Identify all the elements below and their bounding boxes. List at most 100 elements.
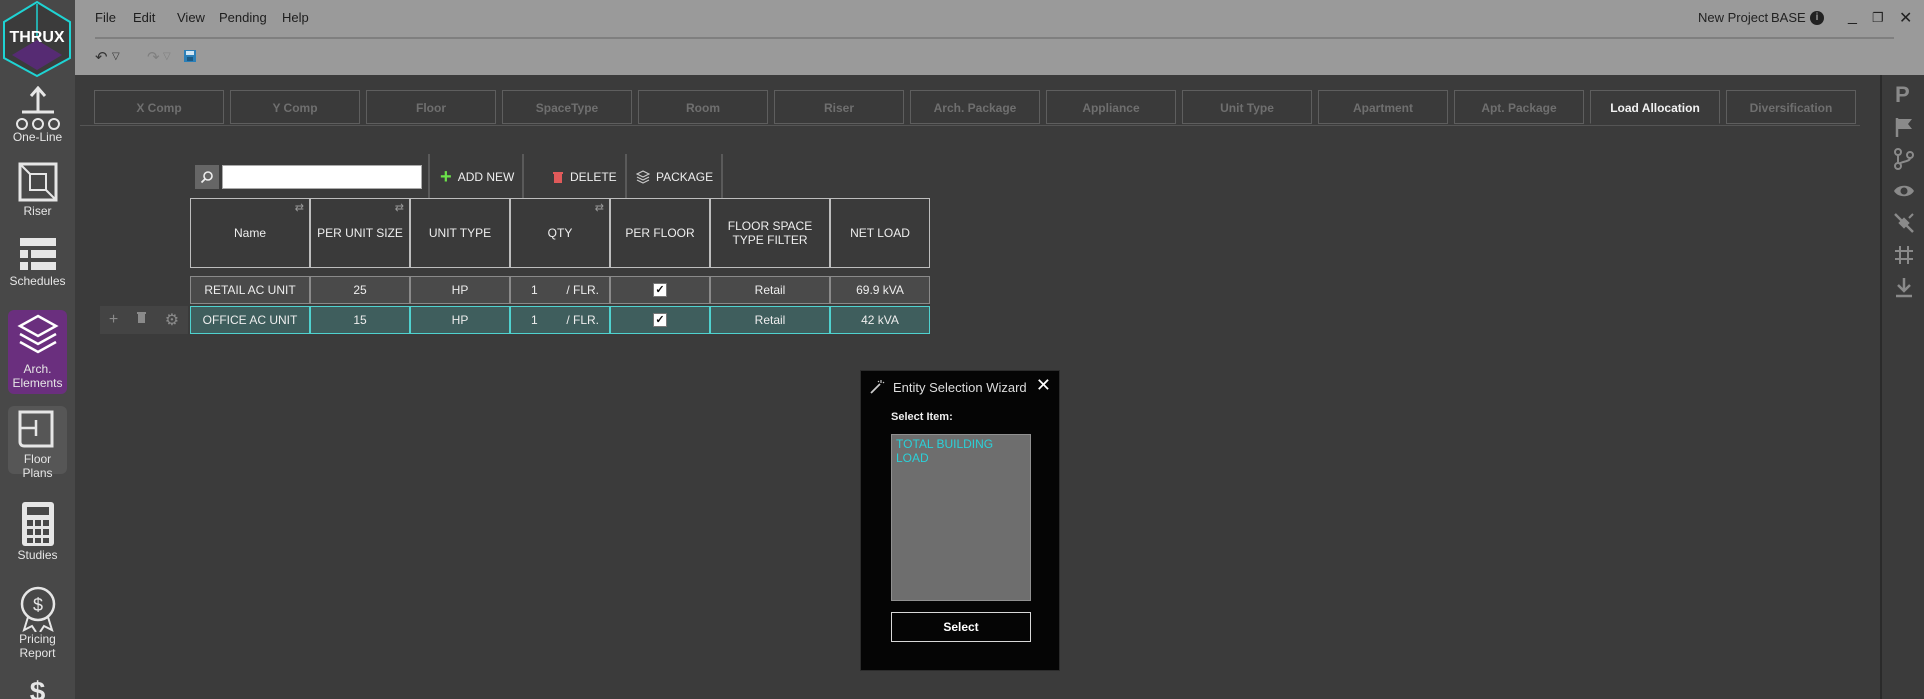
tab-diversification[interactable]: Diversification xyxy=(1726,90,1856,124)
sort-icon[interactable]: ⇄ xyxy=(595,201,604,214)
cell-floor-space-type-filter[interactable]: Retail xyxy=(710,276,830,304)
plus-icon: + xyxy=(440,165,452,188)
tab-x-comp[interactable]: X Comp xyxy=(94,90,224,124)
sidebar-item-one-line[interactable]: One-Line xyxy=(0,86,75,144)
sidebar-item-studies[interactable]: Studies xyxy=(0,500,75,562)
column-header-per-unit-size[interactable]: PER UNIT SIZE ⇄ xyxy=(310,198,410,268)
save-icon[interactable] xyxy=(183,49,197,67)
arch-elements-stack-icon xyxy=(16,314,59,354)
per-floor-checkbox[interactable]: ✓ xyxy=(653,313,667,327)
column-header-name[interactable]: Name ⇄ xyxy=(190,198,310,268)
cell-net-load: 42 kVA xyxy=(830,306,930,334)
tab-appliance[interactable]: Appliance xyxy=(1046,90,1176,124)
list-item[interactable]: TOTAL BUILDING LOAD xyxy=(892,435,1030,467)
package-button[interactable]: PACKAGE xyxy=(630,154,724,200)
grid-icon[interactable] xyxy=(1892,243,1916,267)
add-new-button[interactable]: + ADD NEW xyxy=(428,154,525,200)
sidebar-item-floor-plans[interactable]: Floor Plans xyxy=(8,406,67,480)
cell-unit-type[interactable]: HP xyxy=(410,306,510,334)
delete-button[interactable]: DELETE xyxy=(542,154,627,200)
cell-name[interactable]: OFFICE AC UNIT xyxy=(190,306,310,334)
plug-off-icon[interactable] xyxy=(1892,211,1916,235)
item-listbox[interactable]: TOTAL BUILDING LOAD xyxy=(891,434,1031,601)
column-header-unit-type[interactable]: UNIT TYPE xyxy=(410,198,510,268)
menu-pending[interactable]: Pending xyxy=(219,10,267,25)
sort-icon[interactable]: ⇄ xyxy=(295,201,304,214)
branch-icon[interactable] xyxy=(1892,147,1916,171)
sidebar-item-riser[interactable]: Riser xyxy=(0,160,75,218)
undo-icon[interactable]: ↶ xyxy=(95,48,108,66)
tab-room[interactable]: Room xyxy=(638,90,768,124)
restore-icon[interactable]: ❐ xyxy=(1872,10,1884,26)
tab-unit-type[interactable]: Unit Type xyxy=(1182,90,1312,124)
floor-plan-icon xyxy=(18,410,53,448)
tab-floor[interactable]: Floor xyxy=(366,90,496,124)
cell-per-floor[interactable]: ✓ xyxy=(610,306,710,334)
delete-row-icon[interactable] xyxy=(136,311,147,329)
tab-load-allocation[interactable]: Load Allocation xyxy=(1590,90,1720,124)
menu-bar: File Edit View Pending Help New Project … xyxy=(75,0,1924,37)
tab-apartment[interactable]: Apartment xyxy=(1318,90,1448,124)
cell-floor-space-type-filter[interactable]: Retail xyxy=(710,306,830,334)
add-row-icon[interactable]: + xyxy=(109,311,118,329)
cell-name[interactable]: RETAIL AC UNIT xyxy=(190,276,310,304)
sidebar-item-pricing-report[interactable]: $ Pricing Report xyxy=(0,584,75,660)
dollar-icon[interactable]: $ xyxy=(0,676,75,699)
redo-icon[interactable]: ↷ xyxy=(147,48,160,66)
cell-per-unit-size[interactable]: 25 xyxy=(310,276,410,304)
search-box xyxy=(195,165,422,189)
delete-label: DELETE xyxy=(570,170,617,184)
flag-icon[interactable] xyxy=(1892,115,1916,139)
magic-wand-icon xyxy=(870,380,885,394)
calculator-icon xyxy=(21,502,54,546)
tab-bar: X Comp Y Comp Floor SpaceType Room Riser… xyxy=(80,90,1860,126)
cell-qty[interactable]: 1 / FLR. xyxy=(510,306,610,334)
close-window-icon[interactable]: ✕ xyxy=(1899,8,1912,28)
sort-icon[interactable]: ⇄ xyxy=(395,201,404,214)
select-button[interactable]: Select xyxy=(891,612,1031,642)
tab-y-comp[interactable]: Y Comp xyxy=(230,90,360,124)
info-icon[interactable]: i xyxy=(1810,11,1824,25)
menu-file[interactable]: File xyxy=(95,10,116,25)
cell-per-floor[interactable]: ✓ xyxy=(610,276,710,304)
eye-icon[interactable] xyxy=(1892,179,1916,203)
menu-help[interactable]: Help xyxy=(282,10,309,25)
tab-riser[interactable]: Riser xyxy=(774,90,904,124)
project-name[interactable]: New Project xyxy=(1698,10,1768,25)
schedules-list-icon xyxy=(19,238,56,270)
cell-unit-type[interactable]: HP xyxy=(410,276,510,304)
gear-icon[interactable]: ⚙ xyxy=(165,310,179,330)
cell-per-unit-size[interactable]: 15 xyxy=(310,306,410,334)
sidebar-item-schedules[interactable]: Schedules xyxy=(0,234,75,288)
column-header-net-load[interactable]: NET LOAD xyxy=(830,198,930,268)
column-header-qty[interactable]: QTY ⇄ xyxy=(510,198,610,268)
column-header-floor-space-type-filter[interactable]: FLOOR SPACE TYPE FILTER xyxy=(710,198,830,268)
column-header-per-floor[interactable]: PER FLOOR xyxy=(610,198,710,268)
tab-apt-package[interactable]: Apt. Package xyxy=(1454,90,1584,124)
search-input[interactable] xyxy=(222,165,422,189)
svg-text:$: $ xyxy=(32,595,42,615)
per-floor-checkbox[interactable]: ✓ xyxy=(653,283,667,297)
dialog-title: Entity Selection Wizard xyxy=(893,380,1027,395)
sidebar-item-label: Schedules xyxy=(9,274,66,288)
close-icon[interactable]: ✕ xyxy=(1036,375,1051,396)
sidebar-item-label: One-Line xyxy=(12,130,63,144)
menu-view[interactable]: View xyxy=(177,10,205,25)
search-button[interactable] xyxy=(195,165,219,189)
trash-icon xyxy=(553,172,563,183)
one-line-diagram-icon xyxy=(15,86,60,130)
menu-edit[interactable]: Edit xyxy=(133,10,155,25)
menu-divider xyxy=(95,37,1894,39)
minimize-icon[interactable]: _ xyxy=(1848,8,1857,26)
download-icon[interactable] xyxy=(1892,275,1916,299)
sidebar-item-arch-elements[interactable]: Arch. Elements xyxy=(8,310,67,394)
tab-spacetype[interactable]: SpaceType xyxy=(502,90,632,124)
logo-text: THRUX xyxy=(9,29,64,46)
p-letter-icon[interactable]: P xyxy=(1892,81,1916,105)
cell-qty[interactable]: 1 / FLR. xyxy=(510,276,610,304)
logo-icon: THRUX xyxy=(3,0,71,78)
undo-dropdown-icon[interactable]: ▽ xyxy=(112,51,120,62)
tab-arch-package[interactable]: Arch. Package xyxy=(910,90,1040,124)
scenario-name[interactable]: BASE xyxy=(1771,10,1806,25)
redo-dropdown-icon[interactable]: ▽ xyxy=(163,51,171,62)
